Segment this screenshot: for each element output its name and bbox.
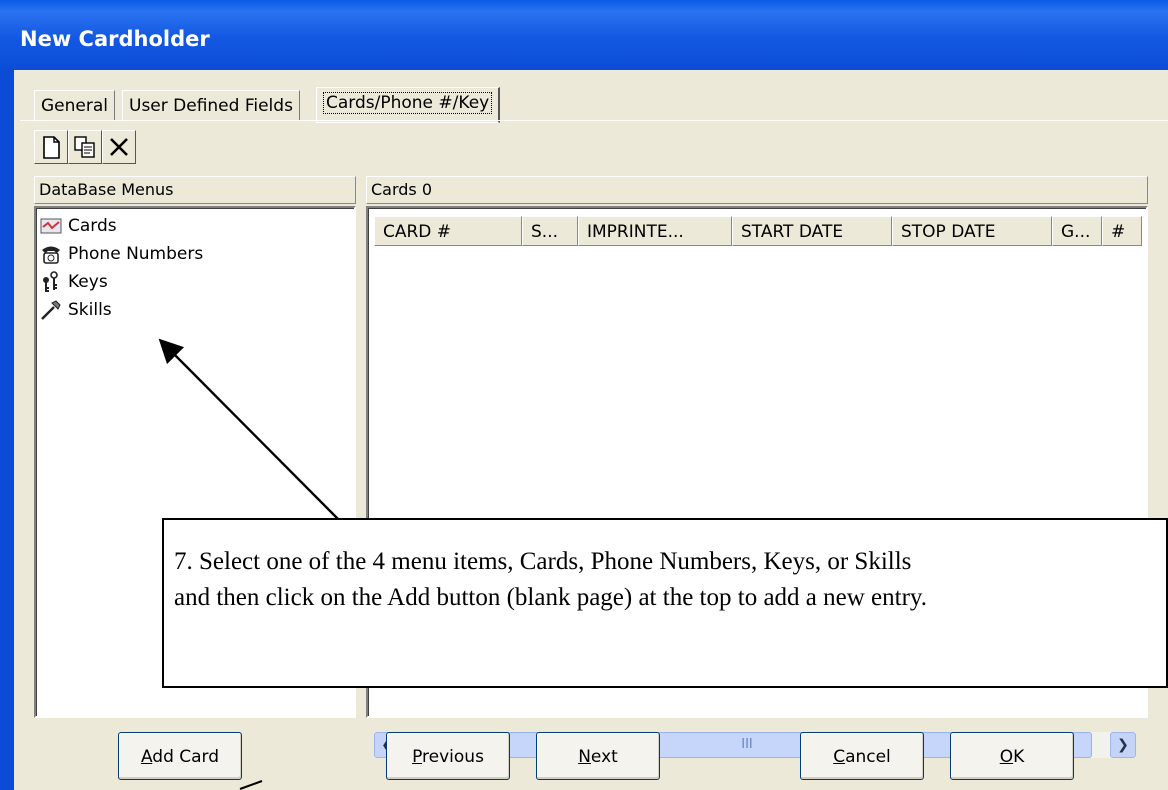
callout-line: and then click on the Add button (blank … xyxy=(174,584,928,611)
callout-line: 7. Select one of the 4 menu items, Cards… xyxy=(174,548,912,575)
instruction-callout: 7. Select one of the 4 menu items, Cards… xyxy=(162,518,1168,688)
pointer-stub xyxy=(239,780,263,790)
callout-arrow xyxy=(158,338,339,520)
